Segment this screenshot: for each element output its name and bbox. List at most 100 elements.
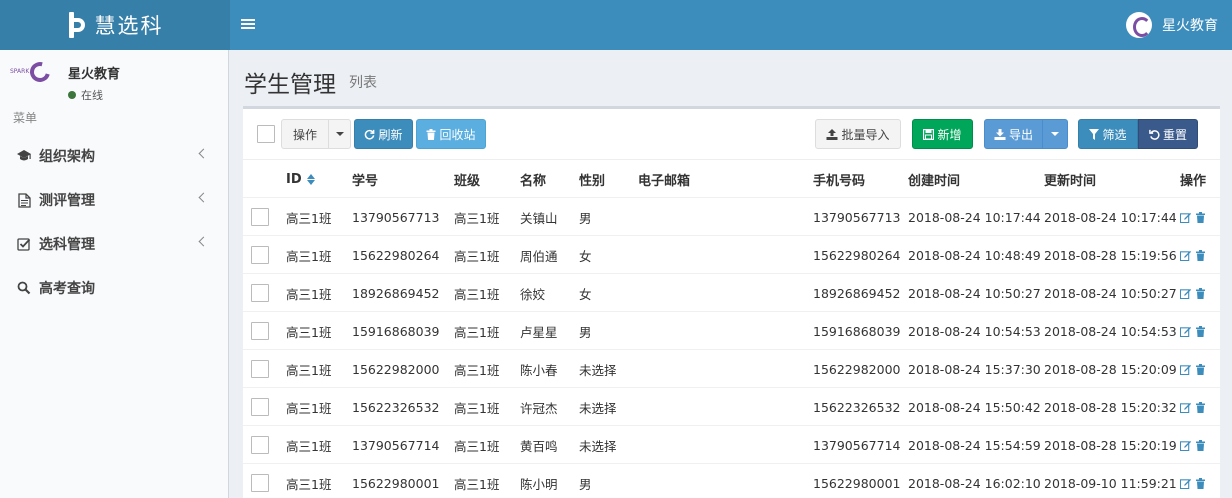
edit-icon[interactable]: [1180, 288, 1191, 299]
logo[interactable]: 慧选科: [0, 0, 230, 50]
row-checkbox-cell: [251, 350, 269, 388]
delete-icon[interactable]: [1195, 249, 1206, 261]
recycle-bin-button[interactable]: 回收站: [416, 119, 486, 149]
menu-toggle-icon[interactable]: [241, 17, 255, 33]
edit-icon[interactable]: [1180, 364, 1191, 375]
add-button[interactable]: 新增: [912, 119, 973, 149]
sidebar-menu-header: 菜单: [13, 111, 38, 125]
select-all-checkbox[interactable]: [257, 125, 275, 143]
column-header-actions: 操作: [1180, 173, 1207, 189]
cell-created: 2018-08-24 10:50:27: [908, 285, 1041, 301]
caret-down-icon: [1051, 132, 1059, 136]
user-menu[interactable]: 星火教育: [1126, 0, 1218, 50]
row-checkbox[interactable]: [251, 436, 269, 454]
refresh-button[interactable]: 刷新: [354, 119, 413, 149]
column-header-email[interactable]: 电子邮箱: [638, 160, 690, 198]
cell-name: 徐姣: [520, 286, 546, 302]
row-actions: [1180, 236, 1210, 274]
graduation-cap-icon: [16, 148, 32, 164]
table-row[interactable]: 高三1班 15622980264 高三1班 周伯通 女 15622980264 2018-0…: [243, 235, 1220, 273]
delete-icon[interactable]: [1195, 287, 1206, 299]
row-actions: [1180, 464, 1210, 498]
column-header-class[interactable]: 班级: [454, 160, 480, 198]
sidebar-item-subject-selection[interactable]: 选科管理: [0, 222, 229, 266]
trash-icon: [426, 128, 436, 140]
table-row[interactable]: 高三1班 15622980001 高三1班 陈小明 男 15622980001 2018-0…: [243, 463, 1220, 498]
column-header-student-no[interactable]: 学号: [352, 160, 378, 198]
sidebar-item-exam-query[interactable]: 高考查询: [0, 266, 229, 310]
cell-gender: 男: [579, 324, 592, 340]
column-header-id[interactable]: ID: [286, 160, 315, 198]
table-row[interactable]: 高三1班 13790567713 高三1班 关镇山 男 13790567713 2018-0…: [243, 197, 1220, 235]
cell-id: 高三1班: [286, 362, 332, 378]
cell-gender: 未选择: [579, 362, 617, 378]
export-dropdown-button[interactable]: [1042, 119, 1068, 149]
row-checkbox[interactable]: [251, 360, 269, 378]
cell-student-no: 13790567714: [352, 437, 440, 453]
cell-class: 高三1班: [454, 324, 500, 340]
operate-dropdown-button[interactable]: [328, 119, 351, 149]
delete-icon[interactable]: [1195, 363, 1206, 375]
undo-icon: [1149, 129, 1160, 140]
main-content: 学生管理 列表 操作 刷新 回收站 批量导入 新增 导出 筛选 重置 ID 学号…: [230, 50, 1232, 498]
delete-icon[interactable]: [1195, 439, 1206, 451]
row-checkbox-cell: [251, 236, 269, 274]
download-icon: [994, 128, 1006, 140]
cell-name: 许冠杰: [520, 400, 558, 416]
save-icon: [923, 128, 935, 140]
operate-button[interactable]: 操作: [281, 119, 329, 149]
cell-class: 高三1班: [454, 210, 500, 226]
sidebar: SPARK 星火教育 在线 菜单 组织架构 测评管理 选科管理 高考查询: [0, 50, 229, 498]
column-header-name[interactable]: 名称: [520, 160, 546, 198]
cell-updated: 2018-08-24 10:50:27: [1044, 285, 1177, 301]
row-checkbox[interactable]: [251, 208, 269, 226]
delete-icon[interactable]: [1195, 401, 1206, 413]
row-checkbox-cell: [251, 274, 269, 312]
edit-icon[interactable]: [1180, 250, 1191, 261]
filter-button[interactable]: 筛选: [1078, 119, 1138, 149]
sidebar-username: 星火教育: [68, 67, 121, 82]
column-header-phone[interactable]: 手机号码: [813, 160, 865, 198]
row-checkbox[interactable]: [251, 246, 269, 264]
row-checkbox[interactable]: [251, 474, 269, 492]
cell-phone: 15622326532: [813, 399, 901, 415]
row-actions: [1180, 274, 1210, 312]
edit-icon[interactable]: [1180, 478, 1191, 489]
row-checkbox[interactable]: [251, 284, 269, 302]
sort-icon: [306, 173, 315, 185]
edit-icon[interactable]: [1180, 212, 1191, 223]
cell-created: 2018-08-24 15:50:42: [908, 399, 1041, 415]
edit-icon[interactable]: [1180, 402, 1191, 413]
column-header-updated[interactable]: 更新时间: [1044, 160, 1096, 198]
sidebar-item-assessment[interactable]: 测评管理: [0, 178, 229, 222]
edit-icon[interactable]: [1180, 440, 1191, 451]
table-row[interactable]: 高三1班 15622982000 高三1班 陈小春 未选择 15622982000 2018…: [243, 349, 1220, 387]
sidebar-user-panel: SPARK 星火教育 在线: [10, 60, 220, 100]
cell-name: 周伯通: [520, 248, 558, 264]
delete-icon[interactable]: [1195, 477, 1206, 489]
table-row[interactable]: 高三1班 15916868039 高三1班 卢星星 男 15916868039 2018-0…: [243, 311, 1220, 349]
edit-icon[interactable]: [1180, 326, 1191, 337]
row-checkbox[interactable]: [251, 398, 269, 416]
column-header-gender[interactable]: 性别: [579, 160, 605, 198]
delete-icon[interactable]: [1195, 211, 1206, 223]
cell-updated: 2018-08-24 10:54:53: [1044, 323, 1177, 339]
cell-gender: 女: [579, 248, 592, 264]
table-row[interactable]: 高三1班 13790567714 高三1班 黄百鸣 未选择 13790567714 2018…: [243, 425, 1220, 463]
sidebar-item-organization[interactable]: 组织架构: [0, 134, 229, 178]
delete-icon[interactable]: [1195, 325, 1206, 337]
cell-updated: 2018-08-24 10:17:44: [1044, 209, 1177, 225]
column-header-created[interactable]: 创建时间: [908, 160, 960, 198]
batch-import-button[interactable]: 批量导入: [815, 119, 901, 149]
sidebar-item-label: 测评管理: [39, 193, 95, 209]
row-checkbox[interactable]: [251, 322, 269, 340]
top-header: 慧选科 星火教育: [0, 0, 1232, 50]
reset-button[interactable]: 重置: [1138, 119, 1198, 149]
cell-created: 2018-08-24 15:54:59: [908, 437, 1041, 453]
table-header-row: ID 学号 班级 名称 性别 电子邮箱 手机号码 创建时间 更新时间 操作: [243, 159, 1220, 197]
table-row[interactable]: 高三1班 15622326532 高三1班 许冠杰 未选择 15622326532 2018…: [243, 387, 1220, 425]
export-button[interactable]: 导出: [984, 119, 1043, 149]
chevron-left-icon: [198, 236, 209, 247]
cell-id: 高三1班: [286, 324, 332, 340]
table-row[interactable]: 高三1班 18926869452 高三1班 徐姣 女 18926869452 2018-08…: [243, 273, 1220, 311]
